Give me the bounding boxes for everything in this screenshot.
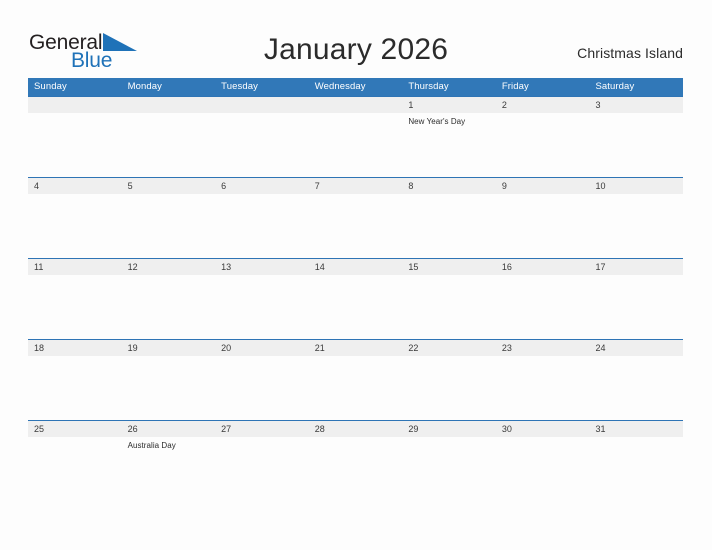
day-number[interactable]: 21 bbox=[309, 340, 403, 356]
calendar-grid: Sunday Monday Tuesday Wednesday Thursday… bbox=[28, 78, 683, 501]
day-number[interactable] bbox=[28, 97, 122, 113]
day-number[interactable]: 18 bbox=[28, 340, 122, 356]
day-number[interactable]: 8 bbox=[402, 178, 496, 194]
day-number[interactable]: 7 bbox=[309, 178, 403, 194]
day-number[interactable]: 27 bbox=[215, 421, 309, 437]
day-cell[interactable] bbox=[122, 356, 216, 421]
week-row: 1 2 3 New Year's Day bbox=[28, 96, 683, 177]
weekday-monday: Monday bbox=[127, 81, 162, 92]
weekday-friday: Friday bbox=[501, 81, 529, 92]
week-event-band bbox=[28, 275, 683, 340]
day-number[interactable] bbox=[309, 97, 403, 113]
day-number[interactable] bbox=[122, 97, 216, 113]
day-cell[interactable] bbox=[402, 356, 496, 421]
day-number[interactable] bbox=[215, 97, 309, 113]
weekday-sunday: Sunday bbox=[34, 81, 67, 92]
day-cell[interactable] bbox=[402, 437, 496, 502]
day-number[interactable]: 10 bbox=[589, 178, 683, 194]
day-number[interactable]: 20 bbox=[215, 340, 309, 356]
day-number[interactable]: 29 bbox=[402, 421, 496, 437]
day-cell[interactable] bbox=[309, 356, 403, 421]
week-date-band: 18 19 20 21 22 23 24 bbox=[28, 340, 683, 356]
day-cell[interactable] bbox=[215, 113, 309, 178]
day-cell[interactable] bbox=[309, 437, 403, 502]
week-row: 4 5 6 7 8 9 10 bbox=[28, 177, 683, 258]
weekday-thursday: Thursday bbox=[408, 81, 449, 92]
day-cell[interactable] bbox=[496, 437, 590, 502]
week-row: 18 19 20 21 22 23 24 bbox=[28, 339, 683, 420]
event-label: New Year's Day bbox=[408, 117, 466, 126]
day-number[interactable]: 9 bbox=[496, 178, 590, 194]
day-number[interactable]: 14 bbox=[309, 259, 403, 275]
week-row: 25 26 27 28 29 30 31 Australia Day bbox=[28, 420, 683, 501]
day-cell[interactable]: New Year's Day bbox=[402, 113, 496, 178]
day-number[interactable]: 12 bbox=[122, 259, 216, 275]
day-cell[interactable] bbox=[589, 194, 683, 259]
day-cell[interactable] bbox=[496, 194, 590, 259]
week-row: 11 12 13 14 15 16 17 bbox=[28, 258, 683, 339]
day-number[interactable]: 11 bbox=[28, 259, 122, 275]
weekday-wednesday: Wednesday bbox=[314, 81, 366, 92]
event-label: Australia Day bbox=[127, 441, 176, 450]
day-number[interactable]: 24 bbox=[589, 340, 683, 356]
day-number[interactable]: 17 bbox=[589, 259, 683, 275]
day-cell[interactable] bbox=[215, 356, 309, 421]
day-number[interactable]: 2 bbox=[496, 97, 590, 113]
day-number[interactable]: 3 bbox=[589, 97, 683, 113]
day-cell[interactable] bbox=[215, 275, 309, 340]
day-cell[interactable] bbox=[122, 275, 216, 340]
day-cell[interactable]: Australia Day bbox=[122, 437, 216, 502]
location-label: Christmas Island bbox=[577, 45, 683, 61]
week-date-band: 11 12 13 14 15 16 17 bbox=[28, 259, 683, 275]
weekday-header-row: Sunday Monday Tuesday Wednesday Thursday… bbox=[28, 78, 683, 96]
day-number[interactable]: 5 bbox=[122, 178, 216, 194]
day-cell[interactable] bbox=[589, 275, 683, 340]
day-cell[interactable] bbox=[28, 437, 122, 502]
day-cell[interactable] bbox=[589, 113, 683, 178]
day-number[interactable]: 4 bbox=[28, 178, 122, 194]
day-number[interactable]: 26 bbox=[122, 421, 216, 437]
day-cell[interactable] bbox=[309, 275, 403, 340]
day-number[interactable]: 23 bbox=[496, 340, 590, 356]
week-event-band: Australia Day bbox=[28, 437, 683, 502]
week-event-band bbox=[28, 356, 683, 421]
day-cell[interactable] bbox=[122, 113, 216, 178]
day-number[interactable]: 30 bbox=[496, 421, 590, 437]
page-header: General Blue January 2026 Christmas Isla… bbox=[0, 0, 712, 78]
day-number[interactable]: 31 bbox=[589, 421, 683, 437]
week-date-band: 4 5 6 7 8 9 10 bbox=[28, 178, 683, 194]
day-number[interactable]: 19 bbox=[122, 340, 216, 356]
day-cell[interactable] bbox=[28, 194, 122, 259]
day-number[interactable]: 28 bbox=[309, 421, 403, 437]
day-number[interactable]: 25 bbox=[28, 421, 122, 437]
day-number[interactable]: 16 bbox=[496, 259, 590, 275]
day-cell[interactable] bbox=[309, 113, 403, 178]
day-number[interactable]: 22 bbox=[402, 340, 496, 356]
day-cell[interactable] bbox=[402, 275, 496, 340]
week-event-band bbox=[28, 194, 683, 259]
day-cell[interactable] bbox=[589, 356, 683, 421]
day-cell[interactable] bbox=[28, 275, 122, 340]
day-number[interactable]: 1 bbox=[402, 97, 496, 113]
day-cell[interactable] bbox=[215, 194, 309, 259]
day-number[interactable]: 15 bbox=[402, 259, 496, 275]
day-cell[interactable] bbox=[215, 437, 309, 502]
week-date-band: 25 26 27 28 29 30 31 bbox=[28, 421, 683, 437]
day-cell[interactable] bbox=[28, 113, 122, 178]
day-cell[interactable] bbox=[309, 194, 403, 259]
day-cell[interactable] bbox=[496, 113, 590, 178]
day-cell[interactable] bbox=[496, 356, 590, 421]
day-cell[interactable] bbox=[122, 194, 216, 259]
day-cell[interactable] bbox=[589, 437, 683, 502]
day-number[interactable]: 6 bbox=[215, 178, 309, 194]
weekday-tuesday: Tuesday bbox=[221, 81, 258, 92]
day-cell[interactable] bbox=[28, 356, 122, 421]
week-event-band: New Year's Day bbox=[28, 113, 683, 178]
week-date-band: 1 2 3 bbox=[28, 97, 683, 113]
day-number[interactable]: 13 bbox=[215, 259, 309, 275]
weekday-saturday: Saturday bbox=[595, 81, 635, 92]
day-cell[interactable] bbox=[402, 194, 496, 259]
day-cell[interactable] bbox=[496, 275, 590, 340]
